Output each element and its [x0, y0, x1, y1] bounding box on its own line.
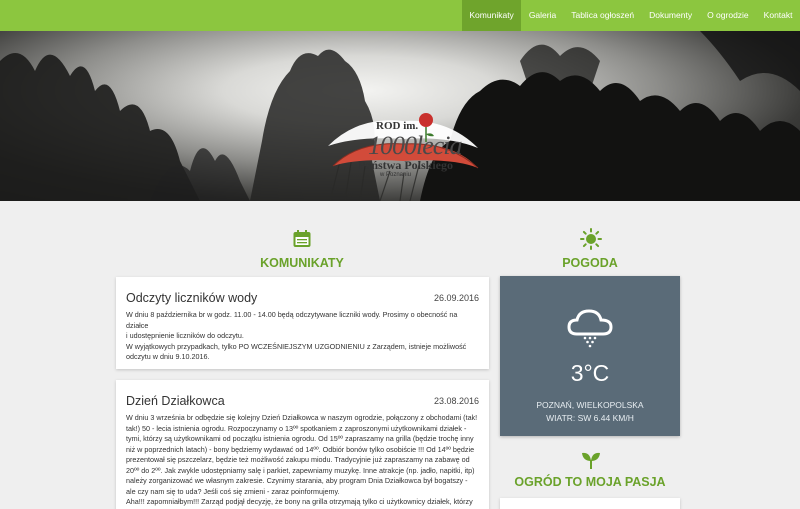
- sun-icon: [580, 228, 602, 255]
- weather-location: POZNAŃ, WIELKOPOLSKA: [536, 400, 644, 410]
- nav-item-o-ogrodzie[interactable]: O ogrodzie: [700, 0, 757, 31]
- top-navbar: Komunikaty Galeria Tablica ogłoszeń Doku…: [0, 0, 800, 31]
- logo-line-4: w Poznaniu: [380, 172, 412, 178]
- logo-line-3: Państwa Polskiego: [358, 158, 454, 172]
- sprout-icon: [580, 450, 602, 475]
- post-paragraph: i udostępnienie liczników do odczytu.: [126, 331, 244, 340]
- pogoda-heading: POGODA: [562, 256, 618, 270]
- calendar-icon: [292, 229, 312, 254]
- post-paragraph: W dniu 3 września br odbędzie się kolejn…: [126, 413, 478, 496]
- site-logo[interactable]: ROD im. 1000lecia Państwa Polskiego w Po…: [318, 106, 488, 186]
- rose-icon: [419, 113, 433, 127]
- weather-widget: 3°C POZNAŃ, WIELKOPOLSKA WIATR: SW 6.44 …: [500, 276, 680, 436]
- nav-item-dokumenty[interactable]: Dokumenty: [642, 0, 700, 31]
- post-paragraph: Aha!!! zapomniałbym!!! Zarząd podjął dec…: [126, 497, 473, 506]
- hero-banner: ROD im. 1000lecia Państwa Polskiego w Po…: [0, 31, 800, 201]
- nav-item-komunikaty[interactable]: Komunikaty: [461, 0, 522, 31]
- weather-temperature: 3°C: [570, 360, 610, 386]
- post-date: 23.08.2016: [433, 396, 479, 406]
- post-date: 26.09.2016: [433, 293, 479, 303]
- weather-wind: WIATR: SW 6.44 KM/H: [546, 413, 634, 423]
- post-title[interactable]: Odczyty liczników wody: [126, 291, 257, 305]
- nav-item-galeria[interactable]: Galeria: [521, 0, 563, 31]
- ogrod-heading: OGRÓD TO MOJA PASJA: [514, 475, 666, 489]
- snow-cloud-icon: [567, 309, 613, 348]
- post-paragraph: W dniu 8 października br w godz. 11.00 -…: [126, 310, 458, 330]
- logo-line-2: 1000lecia: [368, 131, 463, 160]
- nav-item-tablica-ogloszen[interactable]: Tablica ogłoszeń: [564, 0, 642, 31]
- post-card: Odczyty liczników wody 26.09.2016 W dniu…: [116, 277, 489, 369]
- ogrod-card: [500, 498, 680, 509]
- post-body: W dniu 8 października br w godz. 11.00 -…: [126, 310, 479, 363]
- nav-item-kontakt[interactable]: Kontakt: [756, 0, 800, 31]
- main-nav: Komunikaty Galeria Tablica ogłoszeń Doku…: [461, 0, 800, 31]
- post-title[interactable]: Dzień Działkowca: [126, 394, 225, 408]
- komunikaty-heading: KOMUNIKATY: [260, 256, 344, 270]
- post-body: W dniu 3 września br odbędzie się kolejn…: [126, 413, 479, 508]
- post-card: Dzień Działkowca 23.08.2016 W dniu 3 wrz…: [116, 380, 489, 509]
- post-paragraph: W wyjątkowych przypadkach, tylko PO WCZE…: [126, 341, 467, 362]
